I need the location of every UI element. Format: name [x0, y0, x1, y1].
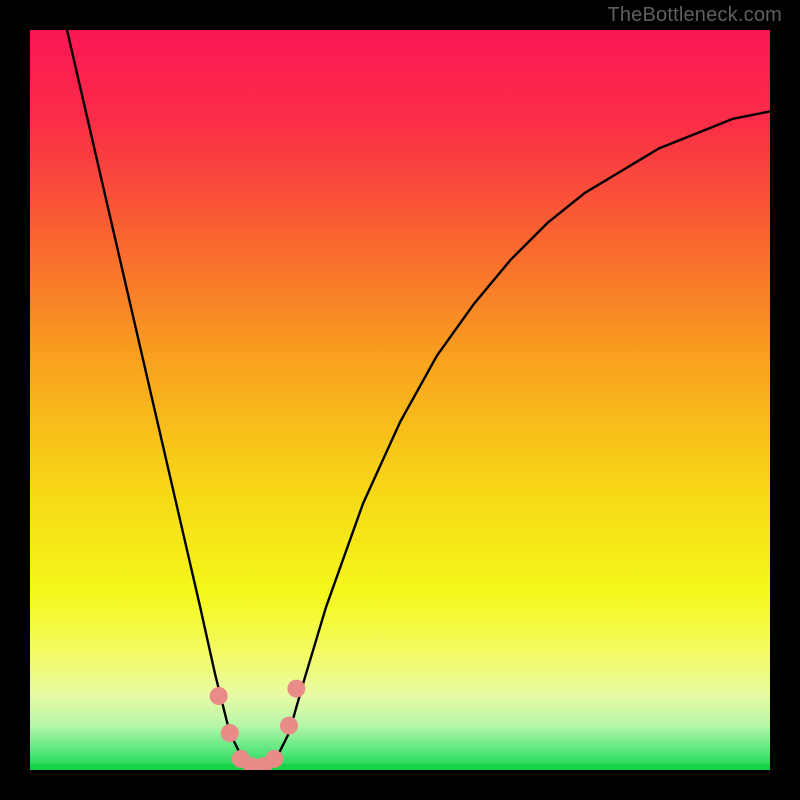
valley-dot — [265, 750, 283, 768]
valley-dot — [287, 680, 305, 698]
valley-dot — [280, 717, 298, 735]
green-baseline-strip — [30, 764, 770, 770]
gradient-background — [30, 30, 770, 770]
chart-root: TheBottleneck.com — [0, 0, 800, 800]
chart-svg — [30, 30, 770, 770]
plot-area — [30, 30, 770, 770]
watermark-text: TheBottleneck.com — [607, 4, 782, 27]
valley-dot — [221, 724, 239, 742]
valley-dot — [210, 687, 228, 705]
